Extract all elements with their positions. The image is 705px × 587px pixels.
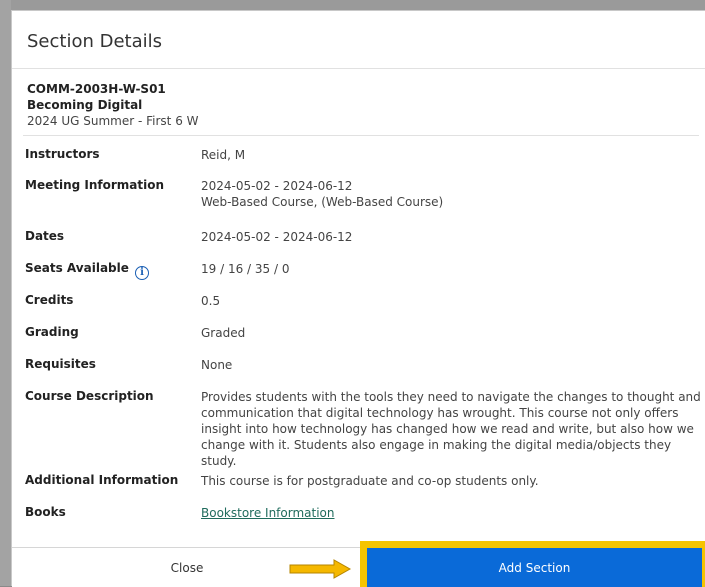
books-label: Books <box>25 505 66 519</box>
grading-value: Graded <box>201 326 246 340</box>
course-title: Becoming Digital <box>27 98 143 112</box>
requisites-value: None <box>201 358 233 372</box>
page-backdrop-left <box>0 0 11 586</box>
arrow-right-icon <box>289 559 352 579</box>
course-code: COMM-2003H-W-S01 <box>27 82 166 96</box>
seats-value: 19 / 16 / 35 / 0 <box>201 262 290 276</box>
course-header: COMM-2003H-W-S01 Becoming Digital 2024 U… <box>27 81 199 129</box>
meeting-info-label: Meeting Information <box>25 178 165 192</box>
requisites-label: Requisites <box>25 357 96 371</box>
description-value: Provides students with the tools they ne… <box>201 390 701 468</box>
instructors-label: Instructors <box>25 147 100 161</box>
seats-label-wrap: Seats Available i <box>25 261 195 280</box>
info-icon[interactable]: i <box>135 266 150 280</box>
credits-value: 0.5 <box>201 294 221 308</box>
add-section-highlight: Add Section <box>360 541 705 587</box>
section-details-dialog: Section Details COMM-2003H-W-S01 Becomin… <box>11 10 705 587</box>
instructors-value: Reid, M <box>201 148 246 162</box>
grading-label: Grading <box>25 325 79 339</box>
dialog-title: Section Details <box>27 31 162 52</box>
seats-label: Seats Available <box>25 261 129 275</box>
dates-value: 2024-05-02 - 2024-06-12 <box>201 230 353 244</box>
description-label: Course Description <box>25 389 154 403</box>
dates-label: Dates <box>25 229 65 243</box>
books-value: Bookstore Information <box>201 505 705 521</box>
additional-info-label: Additional Information <box>25 473 179 487</box>
credits-label: Credits <box>25 293 74 307</box>
meeting-dates: 2024-05-02 - 2024-06-12 <box>201 179 353 193</box>
meeting-type: Web-Based Course, (Web-Based Course) <box>201 195 444 209</box>
divider <box>23 135 699 136</box>
add-section-button[interactable]: Add Section <box>367 548 702 587</box>
divider <box>12 68 705 69</box>
meeting-info-value: 2024-05-02 - 2024-06-12 Web-Based Course… <box>201 178 705 210</box>
additional-info-value: This course is for postgraduate and co-o… <box>201 474 539 488</box>
bookstore-link[interactable]: Bookstore Information <box>201 506 335 520</box>
course-term: 2024 UG Summer - First 6 W <box>27 114 199 128</box>
